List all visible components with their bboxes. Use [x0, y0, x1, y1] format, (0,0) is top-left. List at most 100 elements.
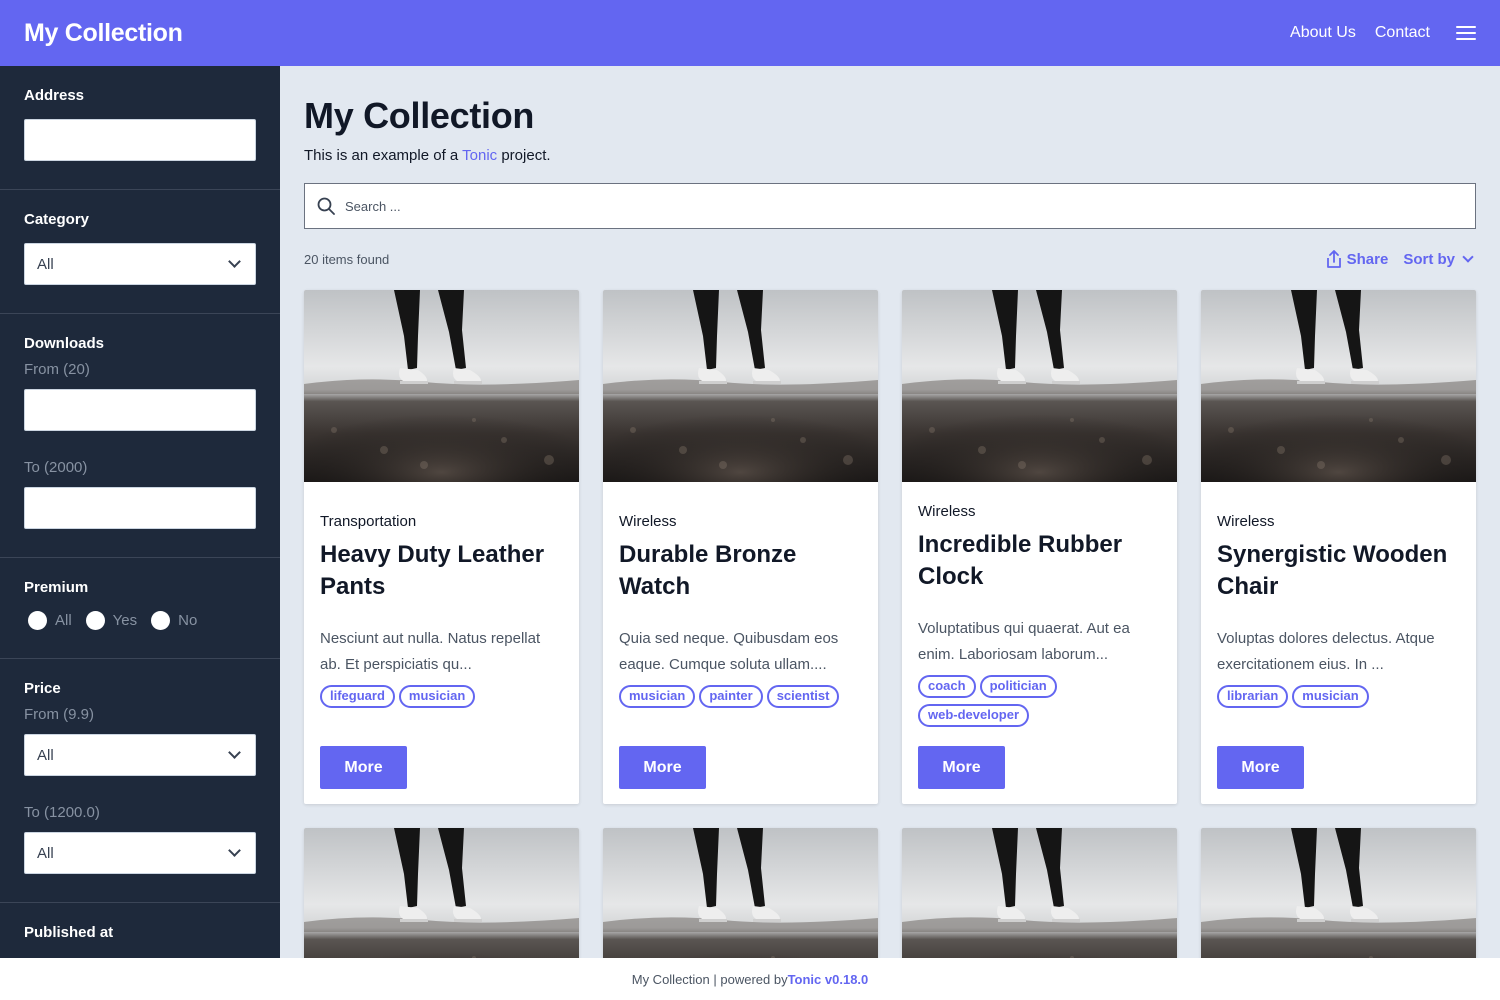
downloads-to-input[interactable] — [24, 487, 256, 529]
chevron-down-icon — [228, 844, 241, 857]
results-count: 20 items found — [304, 251, 390, 267]
chevron-down-icon — [228, 255, 241, 268]
select-value: All — [37, 844, 54, 862]
price-from-label: From (9.9) — [24, 706, 95, 723]
share-icon — [1326, 250, 1341, 268]
brand-logo[interactable]: My Collection — [24, 19, 183, 48]
card-body: Wireless Durable Bronze Watch Quia sed n… — [619, 513, 862, 714]
tag-chip[interactable]: politician — [979, 675, 1057, 698]
card-category: Transportation — [320, 513, 417, 530]
card-tags: lifeguard musician — [320, 685, 563, 714]
page-description: This is an example of a Tonic project. — [304, 147, 1476, 164]
card-tags: musician painter scientist — [619, 685, 862, 714]
footer-tonic-link[interactable]: Tonic v0.18.0 — [788, 972, 869, 987]
card-description: Voluptatibus qui quaerat. Aut ea enim. L… — [918, 620, 1130, 663]
search-bar — [304, 183, 1476, 229]
filter-label: Published at — [24, 924, 114, 941]
sort-by-dropdown[interactable]: Sort by — [1403, 251, 1476, 268]
tag-chip[interactable]: scientist — [766, 685, 840, 708]
radio-circle-icon[interactable] — [28, 611, 47, 630]
product-image — [902, 290, 1177, 482]
select-value: All — [37, 255, 54, 273]
product-card: Transportation Heavy Duty Leather Pants … — [304, 290, 579, 804]
card-tags: librarian musician — [1217, 685, 1460, 714]
filter-label: Price — [24, 680, 61, 697]
premium-radio-group: All Yes No — [24, 611, 256, 630]
nav-about-us-link[interactable]: About Us — [1290, 24, 1356, 42]
filter-label: Premium — [24, 579, 89, 596]
card-body: Wireless Incredible Rubber Clock Volupta… — [918, 503, 1161, 733]
price-to-label: To (1200.0) — [24, 804, 100, 821]
filter-category: Category All — [0, 190, 280, 314]
card-description: Quia sed neque. Quibusdam eos eaque. Cum… — [619, 630, 839, 673]
search-input[interactable] — [345, 198, 1245, 214]
premium-radio-yes[interactable]: Yes — [85, 611, 138, 630]
downloads-from-input[interactable] — [24, 389, 256, 431]
filter-address: Address — [0, 66, 280, 190]
sort-by-label: Sort by — [1403, 250, 1455, 268]
top-nav: About Us Contact — [1271, 24, 1476, 42]
radio-label: All — [55, 612, 72, 629]
tag-chip[interactable]: coach — [918, 675, 976, 698]
chevron-down-icon — [228, 746, 241, 759]
filter-downloads: Downloads From (20) To (2000) — [0, 314, 280, 558]
description-text: project. — [497, 147, 551, 164]
premium-radio-all[interactable]: All — [28, 611, 72, 630]
card-title: Synergistic Wooden Chair — [1217, 541, 1448, 600]
product-card: Wireless Synergistic Wooden Chair Volupt… — [1201, 290, 1476, 804]
more-button[interactable]: More — [619, 746, 706, 789]
tag-chip[interactable]: musician — [619, 685, 696, 708]
tag-chip[interactable]: lifeguard — [320, 685, 395, 708]
tag-chip[interactable]: librarian — [1217, 685, 1289, 708]
card-description: Voluptas dolores delectus. Atque exercit… — [1217, 630, 1435, 673]
downloads-from-label: From (20) — [24, 361, 90, 378]
results-actions: Share Sort by — [1325, 249, 1476, 269]
address-input[interactable] — [24, 119, 256, 161]
share-button[interactable]: Share — [1325, 249, 1389, 269]
footer-text: My Collection | powered by — [631, 971, 788, 987]
tag-chip[interactable]: painter — [699, 685, 763, 708]
card-description: Nesciunt aut nulla. Natus repellat ab. E… — [320, 630, 541, 673]
page-title: My Collection — [304, 95, 535, 136]
filter-label: Category — [24, 211, 90, 228]
tag-chip[interactable]: musician — [398, 685, 476, 708]
product-image — [603, 290, 878, 482]
card-title: Incredible Rubber Clock — [918, 531, 1123, 590]
filter-label: Address — [24, 87, 85, 104]
tag-chip[interactable]: web-developer — [918, 704, 1030, 727]
filter-premium: Premium All Yes No — [0, 558, 280, 659]
radio-circle-icon[interactable] — [151, 611, 171, 630]
card-category: Wireless — [619, 513, 677, 530]
card-title: Durable Bronze Watch — [619, 541, 797, 600]
radio-label: No — [178, 612, 198, 629]
chevron-down-icon — [1462, 250, 1474, 263]
card-body: Transportation Heavy Duty Leather Pants … — [320, 513, 563, 714]
hamburger-icon[interactable] — [1456, 26, 1476, 40]
more-button[interactable]: More — [1217, 746, 1304, 789]
price-to-select[interactable]: All — [24, 832, 256, 874]
tag-chip[interactable]: musician — [1292, 685, 1369, 708]
filter-label: Downloads — [24, 335, 105, 352]
filter-price: Price From (9.9) All To (1200.0) All — [0, 659, 280, 903]
description-text: This is an example of a — [304, 147, 463, 164]
radio-label: Yes — [112, 612, 138, 629]
select-value: All — [37, 746, 54, 764]
filter-published-at: Published at — [0, 903, 280, 958]
more-button[interactable]: More — [918, 746, 1005, 789]
top-navbar: My Collection About Us Contact — [0, 0, 1500, 66]
tonic-link[interactable]: Tonic — [462, 147, 497, 164]
page-footer: My Collection | powered by Tonic v0.18.0 — [0, 958, 1500, 1000]
card-category: Wireless — [1217, 513, 1275, 530]
product-card: Wireless Incredible Rubber Clock Volupta… — [902, 290, 1177, 804]
product-image — [304, 290, 579, 482]
price-from-select[interactable]: All — [24, 734, 256, 776]
main-content: My Collection This is an example of a To… — [304, 66, 1476, 1000]
card-category: Wireless — [918, 503, 976, 520]
more-button[interactable]: More — [320, 746, 407, 789]
radio-circle-icon[interactable] — [85, 611, 105, 630]
share-label: Share — [1346, 250, 1389, 268]
card-tags: coach politician web-developer — [918, 675, 1161, 733]
premium-radio-no[interactable]: No — [151, 611, 197, 630]
nav-contact-link[interactable]: Contact — [1375, 24, 1430, 42]
category-select[interactable]: All — [24, 243, 256, 285]
